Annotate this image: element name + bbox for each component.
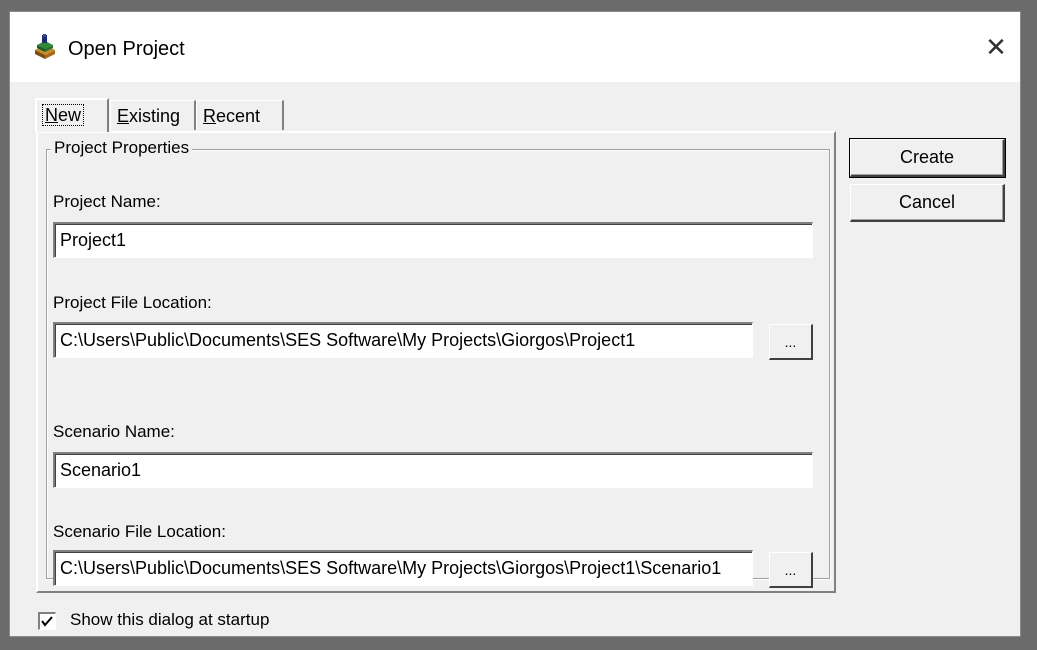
- scenario-location-label: Scenario File Location:: [53, 522, 226, 541]
- open-project-dialog: Open Project ✕ Existing Recent New Proje…: [9, 11, 1021, 637]
- dialog-title: Open Project: [68, 38, 185, 60]
- tab-existing[interactable]: Existing: [110, 100, 196, 130]
- project-location-input[interactable]: C:\Users\Public\Documents\SES Software\M…: [53, 322, 753, 358]
- project-properties-group: Project Properties Project Name: Project…: [46, 138, 830, 588]
- title-bar: Open Project ✕: [10, 12, 1020, 82]
- tab-recent[interactable]: Recent: [196, 100, 284, 130]
- show-at-startup-label[interactable]: Show this dialog at startup: [70, 610, 269, 630]
- scenario-name-label: Scenario Name:: [53, 422, 175, 441]
- group-legend: Project Properties: [51, 138, 193, 158]
- project-location-label: Project File Location:: [53, 293, 212, 312]
- cancel-button[interactable]: Cancel: [850, 184, 1005, 222]
- create-button[interactable]: Create: [849, 138, 1006, 178]
- project-location-browse-button[interactable]: ...: [769, 324, 813, 360]
- show-at-startup-checkbox[interactable]: [38, 612, 56, 630]
- scenario-name-input[interactable]: Scenario1: [53, 452, 813, 488]
- scenario-location-input[interactable]: C:\Users\Public\Documents\SES Software\M…: [53, 550, 753, 586]
- scenario-location-browse-button[interactable]: ...: [769, 552, 813, 588]
- project-name-label: Project Name:: [53, 192, 161, 211]
- close-icon[interactable]: ✕: [978, 30, 1014, 64]
- checkmark-icon: [41, 616, 53, 627]
- tab-page-new: Project Properties Project Name: Project…: [36, 131, 836, 593]
- project-name-input[interactable]: Project1: [53, 222, 813, 258]
- project-book-icon: [32, 34, 58, 60]
- tab-new[interactable]: New: [35, 98, 109, 132]
